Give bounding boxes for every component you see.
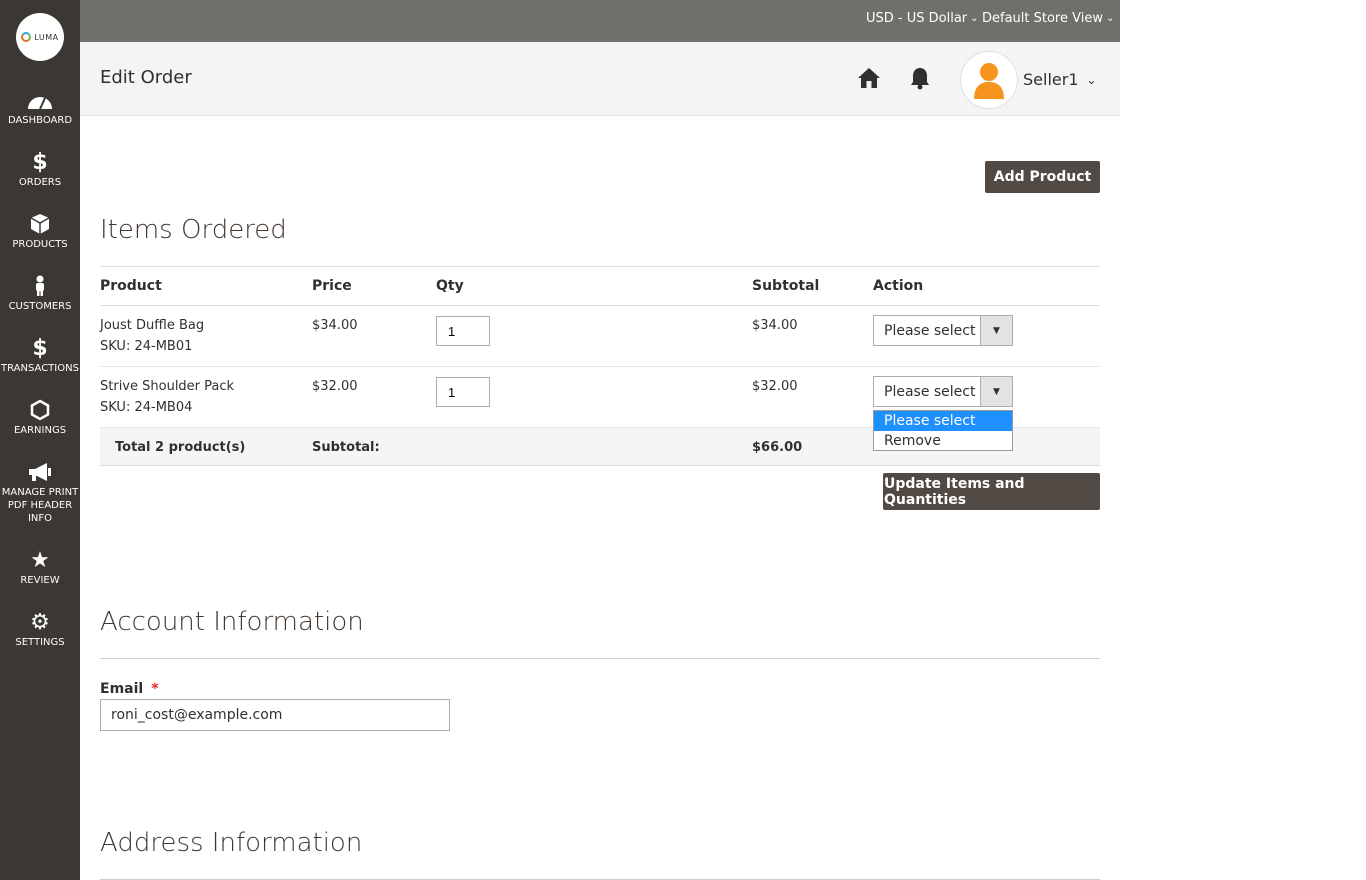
sidebar-item-earnings[interactable]: EARNINGS	[0, 398, 80, 437]
home-icon[interactable]	[857, 66, 881, 94]
items-table: Product Price Qty Subtotal Action Joust …	[100, 266, 1100, 428]
items-ordered-title: Items Ordered	[100, 215, 287, 245]
qty-input[interactable]	[436, 316, 490, 346]
subtotal-label: Subtotal:	[312, 440, 380, 455]
logo-ring-icon	[21, 32, 32, 42]
sidebar-item-manage-print-pdf[interactable]: MANAGE PRINT PDF HEADER INFO	[0, 460, 80, 525]
address-information-title: Address Information	[100, 828, 363, 858]
sidebar-item-customers[interactable]: CUSTOMERS	[0, 274, 80, 313]
column-header: Action	[873, 266, 1100, 306]
currency-switcher[interactable]: USD - US Dollar ⌄	[866, 11, 979, 26]
sidebar-item-transactions[interactable]: $ TRANSACTIONS	[0, 336, 80, 375]
top-bar: USD - US Dollar ⌄ Default Store View ⌄	[80, 0, 1120, 42]
sidebar-item-label: TRANSACTIONS	[1, 363, 79, 374]
product-name: Strive Shoulder Pack	[100, 379, 235, 394]
qty-input[interactable]	[436, 377, 490, 407]
required-mark: *	[151, 681, 159, 697]
sidebar-item-label: PRODUCTS	[12, 239, 68, 250]
box-icon	[0, 212, 80, 236]
sidebar-item-products[interactable]: PRODUCTS	[0, 212, 80, 251]
user-menu[interactable]: Seller1 ⌄	[1023, 70, 1097, 89]
sidebar-item-label: SETTINGS	[15, 637, 65, 648]
megaphone-icon	[0, 460, 80, 484]
sidebar-item-label: DASHBOARD	[7, 115, 73, 126]
add-product-button[interactable]: Add Product	[985, 161, 1100, 193]
sidebar-item-label: CUSTOMERS	[8, 301, 72, 312]
gear-icon: ⚙	[30, 609, 50, 635]
avatar[interactable]	[960, 51, 1018, 109]
sidebar-item-dashboard[interactable]: DASHBOARD	[0, 88, 80, 127]
action-dropdown-list: Please select Remove	[873, 410, 1013, 451]
dropdown-option[interactable]: Remove	[874, 431, 1012, 451]
chevron-down-icon: ⌄	[1086, 72, 1097, 87]
user-name: Seller1	[1023, 70, 1079, 89]
update-items-button[interactable]: Update Items and Quantities	[883, 473, 1100, 510]
divider	[100, 658, 1100, 659]
triangle-down-icon: ▼	[980, 316, 1012, 345]
column-header: Price	[312, 266, 436, 306]
product-name: Joust Duffle Bag	[100, 318, 205, 333]
email-label: Email *	[100, 681, 159, 697]
chevron-down-icon: ⌄	[970, 13, 979, 24]
dashboard-icon	[0, 88, 80, 112]
table-header-row: Product Price Qty Subtotal Action	[100, 266, 1100, 306]
column-header: Product	[100, 266, 312, 306]
sidebar-item-label: EARNINGS	[13, 425, 67, 436]
email-field[interactable]: roni_cost@example.com	[100, 699, 450, 731]
star-icon: ★	[30, 547, 50, 573]
dollar-icon: $	[32, 335, 48, 361]
total-products: Total 2 product(s)	[115, 440, 246, 455]
account-information-title: Account Information	[100, 607, 364, 637]
store-view-switcher[interactable]: Default Store View ⌄	[982, 11, 1114, 26]
subtotal-cell: $34.00	[752, 305, 873, 367]
sidebar-item-review[interactable]: ★ REVIEW	[0, 548, 80, 587]
chevron-down-icon: ⌄	[1105, 13, 1115, 24]
column-header: Qty	[436, 266, 752, 306]
email-value: roni_cost@example.com	[111, 707, 283, 723]
email-label-text: Email	[100, 681, 144, 697]
subtotal-cell: $32.00	[752, 366, 873, 428]
qty-cell	[436, 366, 752, 428]
column-header: Subtotal	[752, 266, 873, 306]
action-select-value: Please select	[884, 322, 976, 339]
currency-label: USD - US Dollar	[866, 11, 968, 26]
triangle-down-icon: ▼	[980, 377, 1012, 406]
qty-cell	[436, 305, 752, 367]
action-select[interactable]: Please select ▼	[873, 376, 1013, 407]
product-cell: Strive Shoulder Pack SKU: 24-MB04	[100, 366, 312, 428]
action-cell: Please select ▼	[873, 305, 1100, 367]
luma-logo[interactable]: LUMA	[16, 13, 64, 61]
product-sku: SKU: 24-MB01	[100, 339, 193, 354]
subtotal-value: $66.00	[752, 440, 803, 455]
store-view-label: Default Store View	[982, 11, 1103, 26]
dropdown-option[interactable]: Please select	[874, 411, 1012, 431]
sidebar: LUMA DASHBOARD $ ORDERS PRODUCTS CUSTOME…	[0, 0, 80, 880]
person-icon	[0, 274, 80, 298]
dollar-icon: $	[32, 149, 48, 175]
action-select[interactable]: Please select ▼	[873, 315, 1013, 346]
product-cell: Joust Duffle Bag SKU: 24-MB01	[100, 305, 312, 367]
sidebar-item-label: REVIEW	[20, 575, 60, 586]
hexagon-icon	[0, 398, 80, 422]
price-cell: $32.00	[312, 366, 436, 428]
sidebar-item-label: MANAGE PRINT PDF HEADER INFO	[1, 487, 79, 524]
logo-text: LUMA	[34, 32, 59, 42]
sidebar-item-orders[interactable]: $ ORDERS	[0, 150, 80, 189]
sidebar-item-label: ORDERS	[18, 177, 62, 188]
page-header: Edit Order Seller1 ⌄	[80, 42, 1120, 116]
action-select-value: Please select	[884, 383, 976, 400]
bell-icon[interactable]	[909, 66, 931, 94]
price-cell: $34.00	[312, 305, 436, 367]
table-row: Joust Duffle Bag SKU: 24-MB01 $34.00 $34…	[100, 305, 1100, 367]
page-title: Edit Order	[100, 67, 192, 88]
sidebar-item-settings[interactable]: ⚙ SETTINGS	[0, 610, 80, 649]
product-sku: SKU: 24-MB04	[100, 400, 193, 415]
